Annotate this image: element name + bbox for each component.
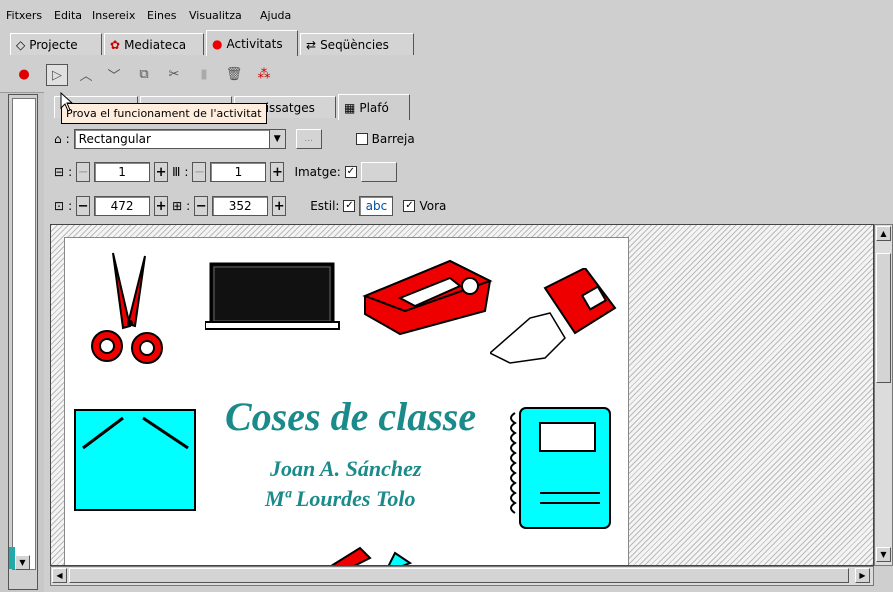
image-label: Imatge: (294, 165, 341, 179)
width-icon: ⊡ (54, 199, 65, 213)
mouse-cursor-icon (60, 92, 74, 112)
chevron-down-icon: ▼ (268, 130, 285, 148)
shuffle-label: Barreja (371, 132, 415, 146)
toolbar: ● ▷ ︿ ﹀ ⧉ ✂ ▮ 🗑 ⁂ (0, 56, 893, 93)
rows-minus-button[interactable]: − (76, 162, 91, 182)
style-sample-button[interactable]: abc (359, 196, 394, 216)
tab-label: Projecte (29, 37, 78, 52)
scroll-down-button[interactable]: ▼ (876, 547, 891, 562)
menu-ajuda[interactable]: Ajuda (260, 9, 291, 22)
width-plus-button[interactable]: + (154, 196, 169, 216)
new-activity-icon[interactable]: ● (14, 64, 34, 84)
image-checkbox[interactable]: ✓ (344, 166, 357, 178)
tab-label: Activitats (226, 36, 283, 51)
tooltip: Prova el funcionament de l'activitat (61, 103, 267, 124)
tab-label: Mediateca (124, 37, 187, 52)
panel-author-1: Joan A. Sánchez (270, 456, 422, 481)
panel-icon: ▦ (344, 100, 356, 115)
scroll-thumb[interactable] (876, 253, 891, 383)
tab-plafo[interactable]: ▦ Plafó (338, 94, 410, 120)
menu-fitxers[interactable]: Fitxers (6, 9, 42, 22)
left-activity-list: ▲ ▼ (8, 94, 38, 590)
down-icon[interactable]: ﹀ (104, 64, 124, 84)
menu-insereix[interactable]: Insereix (92, 9, 135, 22)
shape-row: ⌂: Rectangular ▼ ... Barreja (54, 129, 415, 149)
cols-icon: Ⅲ (172, 165, 181, 179)
notebook-icon (510, 407, 611, 529)
activity-panel[interactable]: Coses de classe Joan A. Sánchez Mª Lourd… (64, 237, 629, 565)
panel-author-2: Mª Lourdes Tolo (265, 486, 416, 511)
width-minus-button[interactable]: − (76, 196, 91, 216)
chalk-box-icon (490, 268, 617, 364)
width-input[interactable]: 472 (94, 196, 151, 216)
tab-mediateca[interactable]: ✿ Mediateca (104, 33, 204, 55)
style-checkbox[interactable]: ✓ (343, 200, 356, 212)
image-button[interactable] (360, 162, 397, 182)
height-label-suffix: : (186, 199, 191, 213)
delete-icon[interactable]: 🗑 (224, 64, 244, 84)
activity-list[interactable] (12, 98, 36, 570)
cols-label-suffix: : (184, 165, 189, 179)
width-label-suffix: : (68, 199, 73, 213)
menu-bar: Fitxers Edita Insereix Eines Visualitza … (0, 0, 893, 30)
project-icon: ◇ (16, 37, 26, 52)
height-input[interactable]: 352 (212, 196, 269, 216)
menu-edita[interactable]: Edita (54, 9, 82, 22)
shuffle-checkbox[interactable] (355, 133, 368, 145)
grid-row: ⊟: − 1 + Ⅲ: − 1 + Imatge: ✓ (54, 162, 397, 182)
menu-eines[interactable]: Eines (147, 9, 176, 22)
shape-icon: ⌂ (54, 132, 62, 146)
cols-minus-button[interactable]: − (192, 162, 207, 182)
height-plus-button[interactable]: + (272, 196, 287, 216)
pencil-icon (330, 546, 413, 565)
folder-icon (74, 409, 196, 511)
panel-canvas[interactable]: Coses de classe Joan A. Sánchez Mª Lourd… (50, 224, 874, 566)
scroll-thumb[interactable] (69, 568, 849, 583)
copy-icon[interactable]: ⧉ (134, 64, 154, 84)
tab-sequencies[interactable]: ⇄ Seqüències (300, 33, 414, 55)
height-icon: ⊞ (172, 199, 183, 213)
shape-label-suffix: : (65, 132, 70, 146)
style-label: Estil: (310, 199, 340, 213)
tab-label: Seqüències (320, 37, 389, 52)
cols-plus-button[interactable]: + (270, 162, 285, 182)
main-tabs: ◇ Projecte ✿ Mediateca ● Activitats ⇄ Se… (0, 30, 893, 56)
border-checkbox[interactable]: ✓ (403, 200, 416, 212)
horizontal-scrollbar[interactable]: ◀ ▶ (50, 566, 874, 586)
shape-select-value: Rectangular (78, 132, 151, 146)
rows-input[interactable]: 1 (94, 162, 151, 182)
scroll-left-button[interactable]: ◀ (52, 568, 67, 583)
blackboard-icon (205, 262, 340, 330)
cut-icon[interactable]: ✂ (164, 64, 184, 84)
vertical-scrollbar[interactable]: ▲ ▼ (874, 224, 893, 566)
rows-icon: ⊟ (54, 165, 65, 179)
height-minus-button[interactable]: − (194, 196, 209, 216)
shape-select[interactable]: Rectangular ▼ (73, 129, 286, 149)
browse-button[interactable]: ... (295, 129, 322, 149)
up-icon[interactable]: ︿ (76, 64, 96, 84)
pencil-sharpener-icon (362, 259, 493, 336)
activity-icon: ● (212, 36, 223, 51)
panel-title: Coses de classe (225, 394, 477, 439)
border-label: Vora (419, 199, 447, 213)
paste-icon[interactable]: ▮ (194, 64, 214, 84)
structure-icon[interactable]: ⁂ (254, 64, 274, 84)
rows-plus-button[interactable]: + (154, 162, 169, 182)
sequence-icon: ⇄ (306, 37, 317, 52)
cols-input[interactable]: 1 (210, 162, 267, 182)
menu-visualitza[interactable]: Visualitza (189, 9, 242, 22)
scissors-icon (91, 252, 163, 364)
tab-projecte[interactable]: ◇ Projecte (10, 33, 102, 55)
activity-editor: ▤ ▭ ▣ Missatges ▦ Plafó ⌂: Rectangular ▼… (44, 92, 893, 592)
scroll-down-button[interactable]: ▼ (15, 555, 30, 570)
selected-marker (9, 547, 15, 569)
play-icon[interactable]: ▷ (46, 64, 68, 86)
rows-label-suffix: : (68, 165, 73, 179)
tab-label: Plafó (359, 100, 389, 115)
size-row: ⊡: − 472 + ⊞: − 352 + Estil: ✓ abc ✓ Vor… (54, 196, 446, 216)
scroll-up-button[interactable]: ▲ (876, 226, 891, 241)
scroll-right-button[interactable]: ▶ (855, 568, 870, 583)
tab-activitats[interactable]: ● Activitats (206, 30, 298, 56)
media-icon: ✿ (110, 37, 121, 52)
